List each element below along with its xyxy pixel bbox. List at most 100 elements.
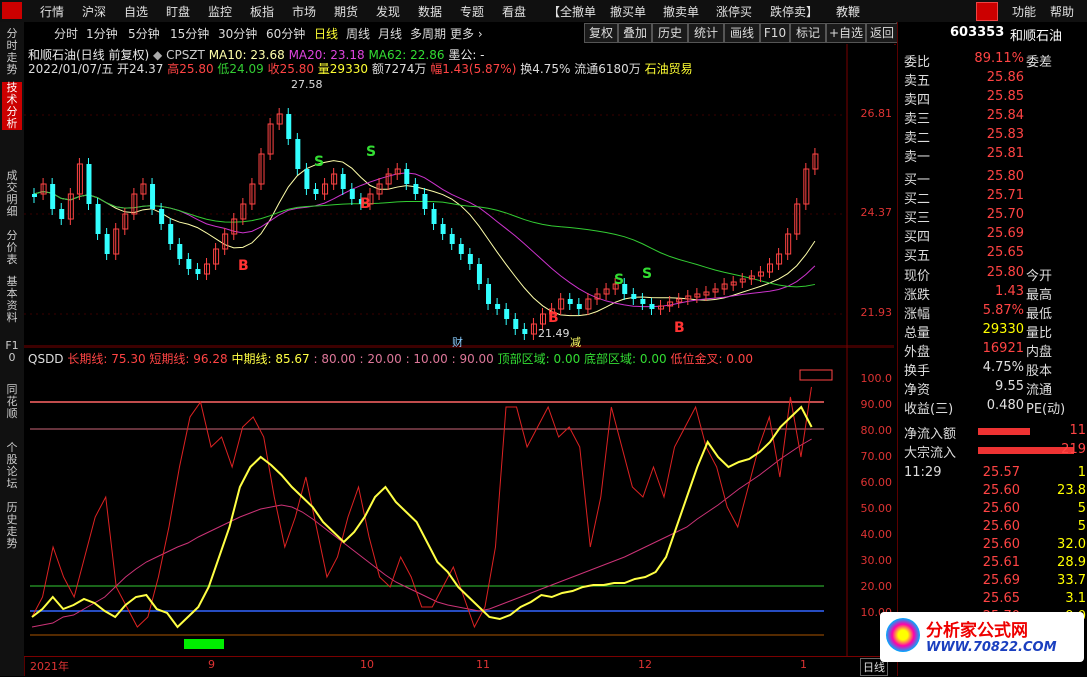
- menu-item-hushen[interactable]: 沪深: [82, 3, 106, 20]
- menu-item-limit-down-sell[interactable]: 跌停卖】: [770, 3, 818, 20]
- candle-down: [50, 184, 56, 209]
- tab-f10[interactable]: F10: [2, 340, 22, 364]
- menu-item-zhuanti[interactable]: 专题: [460, 3, 484, 20]
- time-label-12: 12: [638, 658, 652, 671]
- menu-item-jiankong[interactable]: 监控: [208, 3, 232, 20]
- candle-down: [32, 194, 37, 197]
- brand-logo-icon[interactable]: [976, 2, 998, 21]
- flow-value: 219: [1061, 442, 1086, 457]
- period-fenshi[interactable]: 分时: [54, 25, 78, 42]
- menu-item-qihuo[interactable]: 期货: [334, 3, 358, 20]
- tick-price: 25.65: [982, 591, 1020, 606]
- bar-date: 2022/01/07/五: [28, 62, 114, 76]
- lishi-button[interactable]: 历史: [652, 23, 688, 43]
- ask-price[interactable]: 25.86: [968, 70, 1024, 85]
- tab-chengjiao[interactable]: 成交明细: [2, 170, 22, 218]
- fuquan-button[interactable]: 复权: [584, 23, 618, 43]
- bid-price[interactable]: 25.70: [968, 207, 1024, 222]
- qsdd-axis-90: 90.00: [860, 398, 893, 411]
- stat-label: 涨幅: [904, 307, 931, 322]
- menu-item-shichang[interactable]: 市场: [292, 3, 316, 20]
- tick-volume: 23.8: [1057, 483, 1086, 498]
- period-15min[interactable]: 15分钟: [170, 25, 209, 42]
- stat-label: 现价: [904, 269, 931, 284]
- menu-item-cancel-buy[interactable]: 撤买单: [610, 3, 646, 20]
- signal-marker: S: [366, 144, 376, 160]
- tick-volume: 3.1: [1065, 591, 1086, 606]
- peak-price-label: 27.58: [291, 78, 323, 91]
- menu-item-bangzhu[interactable]: 帮助: [1050, 3, 1074, 20]
- candle-down: [340, 174, 346, 189]
- period-monthly[interactable]: 月线: [378, 25, 402, 42]
- app-logo-icon[interactable]: [2, 2, 22, 19]
- signal-marker: B: [548, 310, 559, 326]
- menu-item-zixuan[interactable]: 自选: [124, 3, 148, 20]
- qsdd-title[interactable]: QSDD: [28, 352, 64, 366]
- flow-label: 净流入额: [904, 427, 957, 442]
- period-1min[interactable]: 1分钟: [86, 25, 118, 42]
- tab-jiben[interactable]: 基本资料: [2, 276, 22, 324]
- period-5min[interactable]: 5分钟: [128, 25, 160, 42]
- time-axis: 2021年 9 10 11 12 1 日线: [24, 656, 894, 677]
- diejia-button[interactable]: 叠加: [618, 23, 652, 43]
- candle-down: [304, 169, 310, 189]
- ask-price[interactable]: 25.85: [968, 89, 1024, 104]
- biaoji-button[interactable]: 标记: [790, 23, 826, 43]
- ask-price[interactable]: 25.81: [968, 146, 1024, 161]
- tick-price: 25.60: [982, 483, 1020, 498]
- candle-down: [413, 184, 419, 194]
- time-label-10: 10: [360, 658, 374, 671]
- bid-label: 买二: [904, 192, 931, 207]
- tick-volume: 33.7: [1057, 573, 1086, 588]
- stat-label: 涨跌: [904, 288, 931, 303]
- menu-item-shuju[interactable]: 数据: [418, 3, 442, 20]
- tab-fenshi[interactable]: 分时走势: [2, 28, 22, 76]
- bar-close: 收25.80: [267, 62, 314, 76]
- signal-marker: S: [642, 266, 652, 282]
- bid-price[interactable]: 25.65: [968, 245, 1024, 260]
- menu-item-kanpan[interactable]: 看盘: [502, 3, 526, 20]
- tab-luntan[interactable]: 个股论坛: [2, 442, 22, 490]
- bid-price[interactable]: 25.69: [968, 226, 1024, 241]
- period-60min[interactable]: 60分钟: [266, 25, 305, 42]
- tab-lishi[interactable]: 历史走势: [2, 502, 22, 550]
- tab-fenjia[interactable]: 分价表: [2, 230, 22, 266]
- tick-price: 25.61: [982, 555, 1020, 570]
- tongji-button[interactable]: 统计: [688, 23, 724, 43]
- stat-label-2: 内盘: [1026, 345, 1053, 360]
- back-button[interactable]: 返回: [866, 23, 898, 43]
- qsdd-axis-70: 70.00: [860, 450, 893, 463]
- menu-item-hangqing[interactable]: 行情: [40, 3, 64, 20]
- menu-item-cancel-all[interactable]: 【全撤单: [548, 3, 596, 20]
- ask-price[interactable]: 25.83: [968, 127, 1024, 142]
- candle-down: [467, 254, 473, 264]
- price-axis-label-mid: 24.37: [860, 206, 893, 219]
- bid-price[interactable]: 25.71: [968, 188, 1024, 203]
- menu-item-gongneng[interactable]: 功能: [1012, 3, 1036, 20]
- menu-item-limit-up-buy[interactable]: 涨停买: [716, 3, 752, 20]
- stat-label-2: 最低: [1026, 307, 1053, 322]
- menu-item-cancel-sell[interactable]: 撤卖单: [663, 3, 699, 20]
- qsdd-indicator-chart[interactable]: [24, 347, 894, 657]
- menu-item-dingpan[interactable]: 盯盘: [166, 3, 190, 20]
- f10-button[interactable]: F10: [760, 23, 790, 43]
- period-weekly[interactable]: 周线: [346, 25, 370, 42]
- stat-value: 0.480: [986, 398, 1024, 413]
- menu-item-faxian[interactable]: 发现: [376, 3, 400, 20]
- huaxian-button[interactable]: 画线: [724, 23, 760, 43]
- period-multi[interactable]: 多周期: [410, 25, 446, 42]
- bid-price[interactable]: 25.80: [968, 169, 1024, 184]
- candlestick-chart[interactable]: B S S B B S S B: [24, 44, 894, 347]
- qsdd-top-zone: 顶部区域: 0.00: [497, 352, 581, 366]
- period-daily[interactable]: 日线: [314, 25, 338, 42]
- add-watchlist-button[interactable]: +自选: [826, 23, 866, 43]
- menu-item-banzhi[interactable]: 板指: [250, 3, 274, 20]
- ask-price[interactable]: 25.84: [968, 108, 1024, 123]
- menu-item-jiaobian[interactable]: 教鞭: [836, 3, 860, 20]
- period-more[interactable]: 更多 ›: [450, 25, 483, 42]
- tab-tonghuashun[interactable]: 同花顺: [2, 384, 22, 420]
- tick-price: 25.60: [982, 519, 1020, 534]
- period-30min[interactable]: 30分钟: [218, 25, 257, 42]
- tab-jishu[interactable]: 技术分析: [2, 82, 22, 130]
- stat-label-2: PE(动): [1026, 402, 1066, 417]
